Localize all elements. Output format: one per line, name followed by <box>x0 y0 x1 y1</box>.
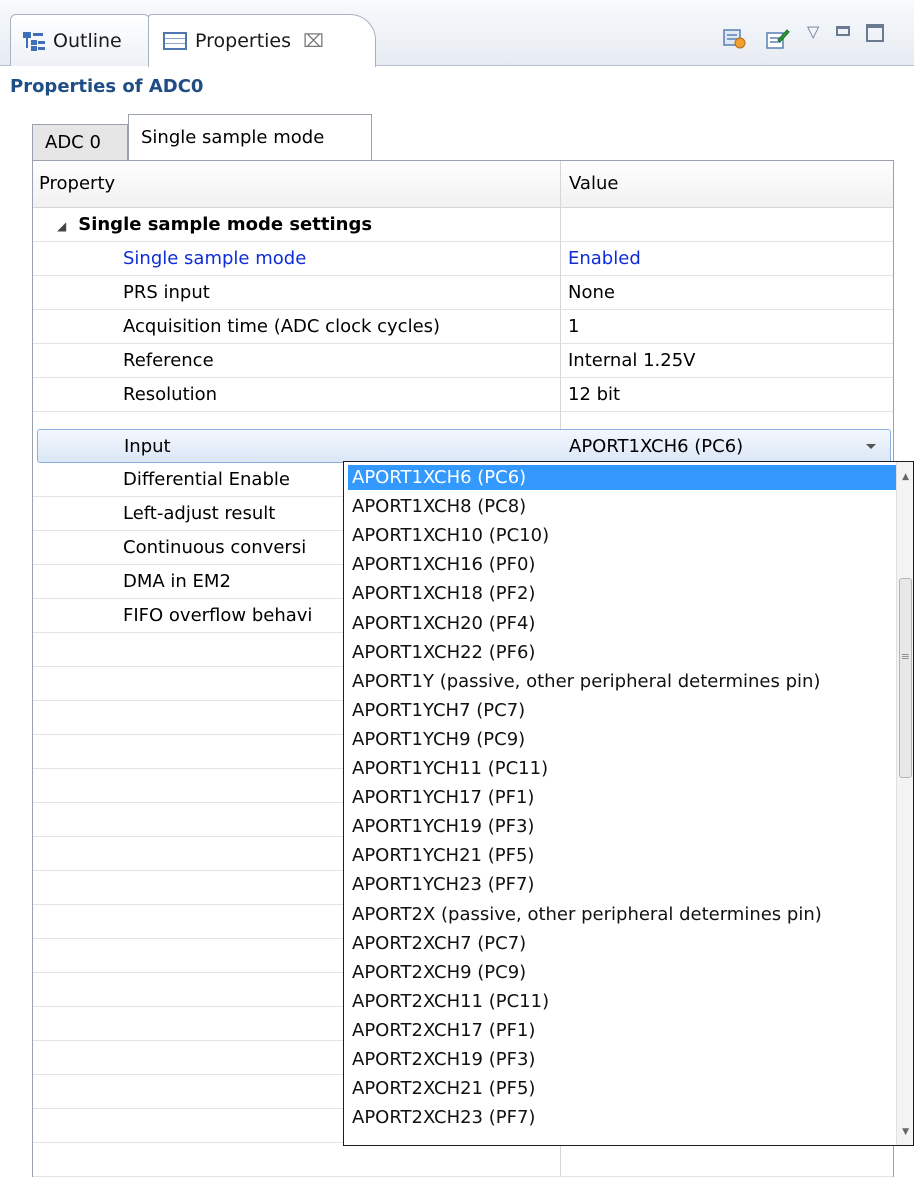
scroll-down-arrow-icon[interactable]: ▼ <box>902 1127 909 1137</box>
maximize-icon[interactable] <box>866 24 884 42</box>
table-row[interactable]: Resolution 12 bit <box>33 378 893 412</box>
property-name: Differential Enable <box>123 469 290 490</box>
dropdown-option[interactable]: APORT1YCH11 (PC11) <box>348 756 896 781</box>
tab-properties-label: Properties <box>195 30 292 52</box>
property-name: PRS input <box>123 282 210 303</box>
tab-adc0[interactable]: ADC 0 <box>32 124 128 160</box>
minimize-icon[interactable] <box>836 26 850 36</box>
page-tabs: ADC 0 Single sample mode <box>32 114 892 160</box>
table-row[interactable]: Acquisition time (ADC clock cycles) 1 <box>33 310 893 344</box>
dropdown-option[interactable]: APORT2XCH9 (PC9) <box>348 960 896 985</box>
view-menu-icon[interactable]: ▽ <box>807 22 831 44</box>
scroll-up-arrow-icon[interactable]: ▲ <box>902 472 909 482</box>
dropdown-option[interactable]: APORT1YCH9 (PC9) <box>348 727 896 752</box>
dropdown-option[interactable]: APORT2XCH21 (PF5) <box>348 1076 896 1101</box>
empty-table-row <box>33 1143 893 1177</box>
dropdown-option[interactable]: APORT1YCH23 (PF7) <box>348 872 896 897</box>
property-name: Single sample mode <box>123 248 307 269</box>
property-name: Resolution <box>123 384 218 405</box>
table-row[interactable]: Single sample mode Enabled <box>33 242 893 276</box>
dropdown-option[interactable]: APORT1XCH16 (PF0) <box>348 552 896 577</box>
properties-icon <box>163 32 187 50</box>
tab-outline-label: Outline <box>53 29 122 52</box>
column-header-property[interactable]: Property <box>39 173 115 194</box>
dropdown-option[interactable]: APORT1YCH19 (PF3) <box>348 814 896 839</box>
expand-triangle-icon[interactable]: ◢ <box>57 219 66 233</box>
dropdown-option[interactable]: APORT1XCH10 (PC10) <box>348 523 896 548</box>
dropdown-option[interactable]: APORT1YCH17 (PF1) <box>348 785 896 810</box>
close-tab-icon[interactable]: ⌧ <box>303 31 324 52</box>
dropdown-option[interactable]: APORT2X (passive, other peripheral deter… <box>348 902 896 927</box>
dropdown-option[interactable]: APORT1YCH7 (PC7) <box>348 698 896 723</box>
tab-outline[interactable]: Outline <box>10 14 150 66</box>
properties-title: Properties of ADC0 <box>10 76 204 97</box>
dropdown-option[interactable]: APORT1YCH21 (PF5) <box>348 843 896 868</box>
property-name: Continuous conversi <box>123 537 307 558</box>
dropdown-option[interactable]: APORT2XCH11 (PC11) <box>348 989 896 1014</box>
properties-link-icon[interactable] <box>723 28 747 50</box>
table-row[interactable]: PRS input None <box>33 276 893 310</box>
property-name: Acquisition time (ADC clock cycles) <box>123 316 441 337</box>
view-tab-strip: Outline Properties ⌧ ▽ <box>0 0 914 67</box>
dropdown-scrollbar[interactable]: ▲ ≡ ▼ <box>896 462 913 1145</box>
dropdown-option[interactable]: APORT1XCH20 (PF4) <box>348 611 896 636</box>
property-value[interactable]: 12 bit <box>568 384 620 405</box>
category-label-text: Single sample mode settings <box>78 214 373 235</box>
category-row[interactable]: ◢ Single sample mode settings <box>33 208 893 242</box>
table-row-selected[interactable]: Input APORT1XCH6 (PC6) <box>37 429 891 463</box>
dropdown-option[interactable]: APORT1XCH18 (PF2) <box>348 581 896 606</box>
property-value[interactable]: 1 <box>568 316 579 337</box>
table-header: Property Value <box>33 161 893 208</box>
combo-dropdown-arrow-icon[interactable] <box>866 444 876 449</box>
property-value[interactable]: None <box>568 282 615 303</box>
property-name: Left-adjust result <box>123 503 276 524</box>
dropdown-option[interactable]: APORT1XCH8 (PC8) <box>348 494 896 519</box>
category-label: ◢ Single sample mode settings <box>57 214 372 235</box>
outline-icon <box>23 30 45 52</box>
dropdown-option[interactable]: APORT2XCH23 (PF7) <box>348 1105 896 1130</box>
dropdown-option[interactable]: APORT2XCH19 (PF3) <box>348 1047 896 1072</box>
dropdown-option[interactable]: APORT1XCH6 (PC6) <box>348 465 896 490</box>
tab-properties[interactable]: Properties ⌧ <box>148 14 376 67</box>
input-dropdown-list[interactable]: APORT1XCH6 (PC6) APORT1XCH8 (PC8) APORT1XC… <box>343 461 914 1146</box>
table-row[interactable]: Reference Internal 1.25V <box>33 344 893 378</box>
property-value[interactable]: Enabled <box>568 248 641 269</box>
property-name: FIFO overflow behavi <box>123 605 313 626</box>
dropdown-option[interactable]: APORT2XCH7 (PC7) <box>348 931 896 956</box>
property-name: DMA in EM2 <box>123 571 231 592</box>
column-header-value[interactable]: Value <box>569 173 618 194</box>
dropdown-option[interactable]: APORT2XCH17 (PF1) <box>348 1018 896 1043</box>
property-value[interactable]: Internal 1.25V <box>568 350 696 371</box>
tab-single-sample-mode[interactable]: Single sample mode <box>128 114 372 160</box>
dropdown-option[interactable]: APORT1XCH22 (PF6) <box>348 640 896 665</box>
property-name: Input <box>124 436 171 457</box>
scrollbar-grip-icon: ≡ <box>900 650 910 663</box>
pin-icon[interactable] <box>766 28 790 50</box>
property-name: Reference <box>123 350 214 371</box>
input-combo-value[interactable]: APORT1XCH6 (PC6) <box>569 436 743 457</box>
dropdown-option[interactable]: APORT1Y (passive, other peripheral deter… <box>348 669 896 694</box>
scrollbar-thumb[interactable] <box>899 578 912 778</box>
